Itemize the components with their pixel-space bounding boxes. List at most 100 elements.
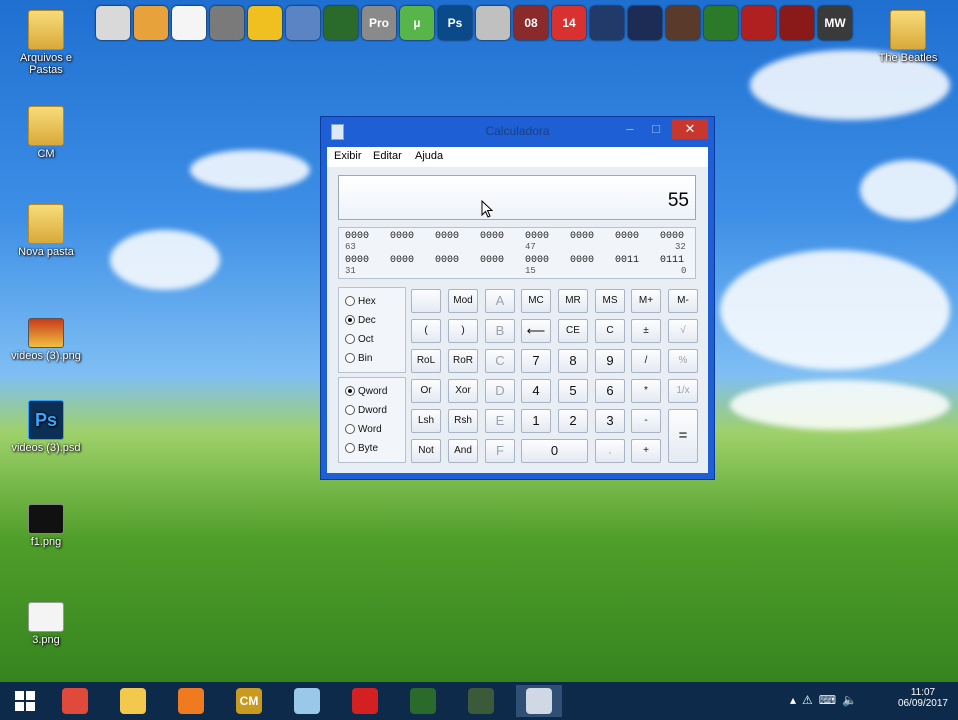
farming-icon[interactable]: [704, 6, 738, 40]
maximize-button[interactable]: □: [643, 119, 669, 139]
or-button[interactable]: Or: [411, 379, 441, 403]
radio-hex[interactable]: Hex: [345, 296, 376, 307]
hex-f-button[interactable]: F: [485, 439, 515, 463]
backspace-button[interactable]: ⟵: [521, 319, 551, 343]
pes-icon[interactable]: [590, 6, 624, 40]
xor-button[interactable]: Xor: [448, 379, 478, 403]
right-paren-button[interactable]: ): [448, 319, 478, 343]
desktop-icon-arquivos[interactable]: Arquivos e Pastas: [4, 10, 88, 76]
game-iii-icon[interactable]: [780, 6, 814, 40]
taskbar-app-button[interactable]: [168, 685, 214, 717]
virtualbox-icon[interactable]: [286, 6, 320, 40]
desktop-icon-cm[interactable]: CM: [4, 106, 88, 160]
menu-exibir[interactable]: Exibir: [334, 150, 362, 162]
ror-button[interactable]: RoR: [448, 349, 478, 373]
desktop-icon-3-png[interactable]: 3.png: [4, 594, 88, 646]
desktop-icon-the-beatles[interactable]: The Beatles: [866, 10, 950, 64]
taskbar-app-button[interactable]: [458, 685, 504, 717]
chevron-up-icon[interactable]: ▴: [790, 693, 802, 707]
m-minus-button[interactable]: M-: [668, 289, 698, 313]
joystick-icon[interactable]: [210, 6, 244, 40]
five-button[interactable]: 5: [558, 379, 588, 403]
desktop-icon-videos-png[interactable]: videos (3).png: [4, 310, 88, 362]
zero-button[interactable]: 0: [521, 439, 588, 463]
rol-button[interactable]: RoL: [411, 349, 441, 373]
radio-word[interactable]: Word: [345, 424, 382, 435]
six-button[interactable]: 6: [595, 379, 625, 403]
radio-dec[interactable]: Dec: [345, 315, 376, 326]
multiply-button[interactable]: *: [631, 379, 661, 403]
radio-bin[interactable]: Bin: [345, 353, 372, 364]
and-button[interactable]: And: [448, 439, 478, 463]
taskbar-app-button[interactable]: CM: [226, 685, 272, 717]
network-icon[interactable]: ⚠: [802, 693, 819, 707]
sqrt-button[interactable]: √: [668, 319, 698, 343]
close-button[interactable]: ✕: [672, 119, 708, 139]
radio-qword[interactable]: Qword: [345, 386, 387, 397]
gamepad-icon[interactable]: [476, 6, 510, 40]
recycle-bin-icon[interactable]: [96, 6, 130, 40]
hex-e-button[interactable]: E: [485, 409, 515, 433]
not-button[interactable]: Not: [411, 439, 441, 463]
add-button[interactable]: +: [631, 439, 661, 463]
taskbar-app-button[interactable]: [52, 685, 98, 717]
four-button[interactable]: 4: [521, 379, 551, 403]
title-bar[interactable]: Calculadora – □ ✕: [321, 117, 714, 145]
nine-button[interactable]: 9: [595, 349, 625, 373]
eight-button[interactable]: 8: [558, 349, 588, 373]
minimize-button[interactable]: –: [617, 119, 643, 139]
radio-dword[interactable]: Dword: [345, 405, 387, 416]
radio-byte[interactable]: Byte: [345, 443, 378, 454]
utorrent-icon[interactable]: µ: [400, 6, 434, 40]
percent-button[interactable]: %: [668, 349, 698, 373]
game-14-icon[interactable]: 14: [552, 6, 586, 40]
seven-button[interactable]: 7: [521, 349, 551, 373]
taskbar-app-button[interactable]: [400, 685, 446, 717]
desktop-icon-nova-pasta[interactable]: Nova pasta: [4, 204, 88, 258]
rsh-button[interactable]: Rsh: [448, 409, 478, 433]
start-button[interactable]: [2, 685, 48, 717]
equals-button[interactable]: =: [668, 409, 698, 463]
taskbar-app-button[interactable]: [110, 685, 156, 717]
q-icon[interactable]: [742, 6, 776, 40]
hex-c-button[interactable]: C: [485, 349, 515, 373]
decimal-button[interactable]: ,: [595, 439, 625, 463]
taskbar-app-button[interactable]: [516, 685, 562, 717]
subtract-button[interactable]: -: [631, 409, 661, 433]
tools-icon[interactable]: [134, 6, 168, 40]
lsh-button[interactable]: Lsh: [411, 409, 441, 433]
mr-button[interactable]: MR: [558, 289, 588, 313]
clock[interactable]: 11:07 06/09/2017: [898, 687, 948, 709]
desktop-icon-f1-png[interactable]: f1.png: [4, 496, 88, 548]
3ds-icon[interactable]: [324, 6, 358, 40]
one-button[interactable]: 1: [521, 409, 551, 433]
driver-icon[interactable]: [666, 6, 700, 40]
mc-button[interactable]: MC: [521, 289, 551, 313]
notepad-icon[interactable]: [172, 6, 206, 40]
divide-button[interactable]: /: [631, 349, 661, 373]
photoshop-icon[interactable]: Ps: [438, 6, 472, 40]
language-icon[interactable]: ⌨: [819, 693, 842, 707]
cd-pro-icon[interactable]: Pro: [362, 6, 396, 40]
hex-b-button[interactable]: B: [485, 319, 515, 343]
two-button[interactable]: 2: [558, 409, 588, 433]
pes-2-icon[interactable]: [628, 6, 662, 40]
hex-d-button[interactable]: D: [485, 379, 515, 403]
ms-button[interactable]: MS: [595, 289, 625, 313]
volume-icon[interactable]: 🔈: [842, 693, 863, 707]
m-plus-button[interactable]: M+: [631, 289, 661, 313]
three-button[interactable]: 3: [595, 409, 625, 433]
plus-minus-button[interactable]: ±: [631, 319, 661, 343]
hex-a-button[interactable]: A: [485, 289, 515, 313]
game-08-icon[interactable]: 08: [514, 6, 548, 40]
nfs-mw-icon[interactable]: MW: [818, 6, 852, 40]
reciprocal-button[interactable]: 1/x: [668, 379, 698, 403]
taskbar-app-button[interactable]: [342, 685, 388, 717]
network-icon[interactable]: [248, 6, 282, 40]
desktop-icon-videos-psd[interactable]: Ps videos (3).psd: [4, 400, 88, 454]
menu-editar[interactable]: Editar: [373, 150, 402, 162]
menu-ajuda[interactable]: Ajuda: [415, 150, 443, 162]
left-paren-button[interactable]: (: [411, 319, 441, 343]
ce-button[interactable]: CE: [558, 319, 588, 343]
taskbar-app-button[interactable]: [284, 685, 330, 717]
